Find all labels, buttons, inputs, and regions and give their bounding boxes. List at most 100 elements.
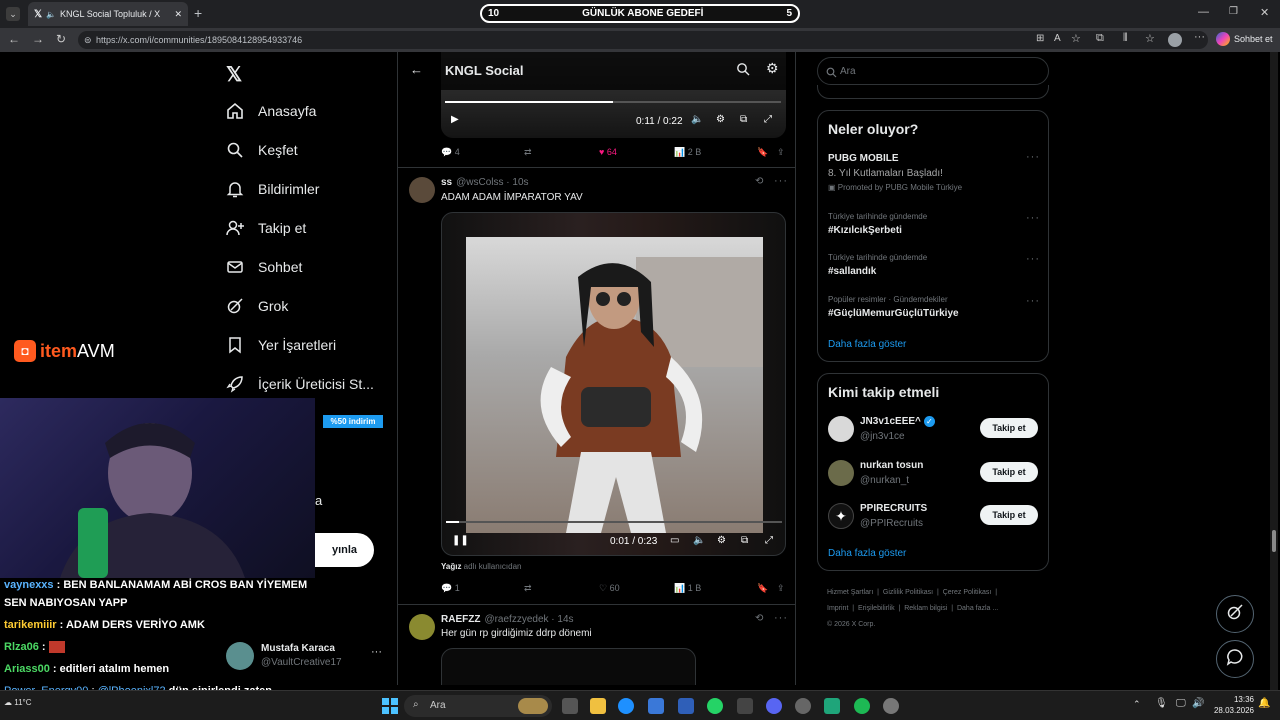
more-menu-icon[interactable]: ··· — [1194, 31, 1205, 43]
task-view-icon[interactable] — [562, 698, 578, 714]
new-tab-icon[interactable]: + — [194, 5, 202, 21]
split-screen-icon[interactable]: ⫴ — [1123, 32, 1128, 45]
messages-float-button[interactable] — [1216, 640, 1254, 678]
promo-button[interactable]: yınla — [315, 533, 374, 567]
follow-suggestion[interactable]: nurkan tosun @nurkan_t Takip et — [818, 458, 1048, 492]
footer-link[interactable]: Imprint — [827, 605, 848, 612]
pip-icon[interactable]: ⧉ — [741, 535, 748, 546]
play-icon[interactable]: ▶ — [451, 114, 459, 125]
tweet-handle-time[interactable]: @wsColss · 10s — [456, 177, 528, 188]
notification-bell-icon[interactable]: 🔔 — [1258, 698, 1270, 709]
scrollbar-thumb[interactable] — [1272, 530, 1276, 552]
tweet-author-name[interactable]: RAEFZZ — [441, 614, 480, 625]
like-button[interactable]: ♡ 60 — [599, 583, 674, 594]
bookmark-icon[interactable]: 🔖 — [757, 147, 777, 158]
forward-icon[interactable]: → — [32, 32, 44, 46]
edge-browser-icon[interactable] — [618, 698, 634, 714]
reply-button[interactable]: 💬 1 — [441, 583, 524, 594]
share-icon[interactable]: ⇪ — [777, 583, 785, 594]
microphone-icon[interactable]: 🎙 — [1155, 698, 1168, 709]
grok-analyze-icon[interactable]: ⟲ — [755, 176, 763, 187]
views-button[interactable]: 📊 1 B — [674, 583, 757, 594]
copilot-button[interactable]: Sohbet et — [1216, 32, 1273, 46]
more-icon[interactable]: ··· — [774, 175, 788, 187]
video-progress-track[interactable] — [446, 521, 782, 523]
footer-link[interactable]: Gizlilik Politikası — [883, 589, 933, 596]
grok-analyze-icon[interactable]: ⟲ — [755, 613, 763, 624]
browser-tab[interactable]: 𝕏 🔈 KNGL Social Topluluk / X ✕ — [28, 2, 188, 26]
footer-link[interactable]: Reklam bilgisi — [904, 605, 947, 612]
views-button[interactable]: 📊 2 B — [674, 147, 757, 158]
back-arrow-icon[interactable]: ← — [410, 62, 423, 77]
search-input[interactable]: Ara — [817, 57, 1049, 85]
show-more-link[interactable]: Daha fazla göster — [828, 339, 906, 350]
minimize-icon[interactable]: — — [1198, 6, 1209, 18]
back-icon[interactable]: ← — [8, 32, 20, 46]
footer-link[interactable]: Çerez Politikası — [943, 589, 992, 596]
mail-app-icon[interactable] — [678, 698, 694, 714]
reply-button[interactable]: 💬 4 — [441, 147, 524, 158]
file-explorer-icon[interactable] — [590, 698, 606, 714]
collections-icon[interactable]: ☆ — [1145, 32, 1155, 45]
tab-list-button[interactable]: ⌄ — [6, 7, 20, 21]
like-button[interactable]: ♥ 64 — [599, 147, 674, 158]
follow-suggestion[interactable]: JN3v1cEEE^ ✓ @jn3v1ce Takip et — [818, 414, 1048, 448]
pause-icon[interactable]: ❚❚ — [452, 535, 469, 546]
follow-suggestion[interactable]: ✦ PPIRECRUITS @PPIRecruits Takip et — [818, 501, 1048, 535]
windows-start-icon[interactable] — [382, 698, 398, 719]
scrollbar[interactable] — [1270, 52, 1278, 690]
follow-button[interactable]: Takip et — [980, 505, 1038, 525]
video-settings-icon[interactable]: ⚙ — [717, 535, 726, 546]
profile-avatar[interactable] — [1168, 33, 1182, 47]
network-icon[interactable]: 🖵 — [1176, 698, 1186, 709]
app-icon[interactable]: ⊞ — [1036, 33, 1044, 44]
show-more-link[interactable]: Daha fazla göster — [828, 548, 906, 559]
volume-icon[interactable]: 🔈 — [693, 535, 705, 546]
footer-link[interactable]: Erişilebilirlik — [858, 605, 895, 612]
clock[interactable]: 13:36 28.03.2026 — [1206, 694, 1254, 716]
app-icon[interactable] — [824, 698, 840, 714]
volume-icon[interactable]: 🔈 — [691, 114, 703, 125]
fullscreen-icon[interactable]: ⤢ — [764, 114, 772, 125]
maximize-icon[interactable]: ❐ — [1229, 6, 1238, 17]
footer-link[interactable]: Hizmet Şartları — [827, 589, 873, 596]
settings-gear-icon[interactable]: ⚙ — [766, 60, 779, 77]
trend-item[interactable]: Türkiye tarihinde gündemde #sallandık ··… — [818, 251, 1048, 285]
x-logo-icon[interactable]: 𝕏 — [226, 62, 242, 87]
nav-item-grok[interactable]: Grok — [226, 297, 288, 315]
video-progress-track[interactable] — [445, 101, 781, 103]
avatar[interactable] — [409, 614, 435, 640]
whatsapp-icon[interactable] — [707, 698, 723, 714]
tweet-media[interactable] — [441, 648, 696, 685]
taskbar-search[interactable]: ⌕ Ara — [404, 695, 552, 717]
retweet-button[interactable]: ⇄ — [524, 583, 599, 594]
video-settings-icon[interactable]: ⚙ — [716, 114, 725, 125]
footer-link[interactable]: Daha fazla ... — [957, 605, 998, 612]
more-icon[interactable]: ··· — [1026, 253, 1040, 265]
read-aloud-icon[interactable]: A — [1054, 33, 1061, 44]
follow-button[interactable]: Takip et — [980, 418, 1038, 438]
settings-app-icon[interactable] — [737, 698, 753, 714]
more-icon[interactable]: ··· — [774, 612, 788, 624]
favorite-star-icon[interactable]: ☆ — [1071, 32, 1081, 45]
tweet-author-name[interactable]: ss — [441, 177, 452, 188]
follow-button[interactable]: Takip et — [980, 462, 1038, 482]
site-info-icon[interactable]: ⊜ — [84, 35, 92, 46]
store-icon[interactable] — [648, 698, 664, 714]
settings-gear-icon[interactable] — [883, 698, 899, 714]
trend-item[interactable]: Popüler resimler · Gündemdekiler #GüçlüM… — [818, 293, 1048, 327]
close-window-icon[interactable]: ✕ — [1260, 6, 1269, 19]
tray-chevron-icon[interactable]: ⌃ — [1133, 699, 1141, 710]
search-icon[interactable] — [736, 62, 750, 81]
more-icon[interactable]: ··· — [1026, 151, 1040, 163]
pip-icon[interactable]: ⧉ — [740, 114, 747, 125]
more-icon[interactable]: ··· — [1026, 295, 1040, 307]
fullscreen-icon[interactable]: ⤢ — [765, 535, 773, 546]
nav-item-follow[interactable]: Takip et — [226, 219, 306, 237]
trend-item[interactable]: PUBG MOBILE 8. Yıl Kutlamaları Başladı! … — [818, 151, 1048, 201]
discord-icon[interactable] — [766, 698, 782, 714]
nav-item-messages[interactable]: Sohbet — [226, 258, 302, 276]
nav-item-bookmarks[interactable]: Yer İşaretleri — [226, 336, 336, 354]
extensions-icon[interactable]: ⧉ — [1096, 32, 1104, 45]
tagged-user[interactable]: Yağız — [441, 562, 461, 571]
